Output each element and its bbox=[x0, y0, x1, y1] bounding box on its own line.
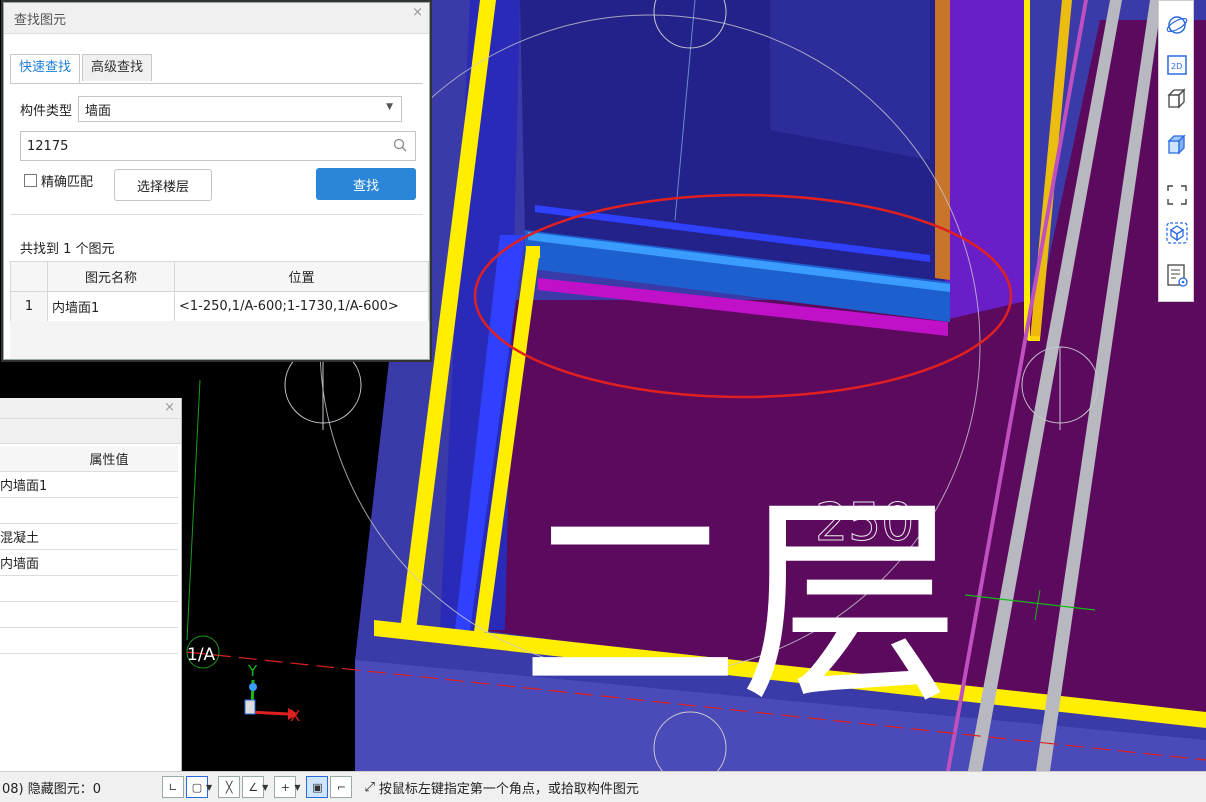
chevron-down-icon[interactable]: ▼ bbox=[262, 783, 268, 792]
select-floor-button[interactable]: 选择楼层 bbox=[114, 169, 212, 201]
table-header-row: 图元名称 位置 bbox=[10, 261, 429, 292]
cross-select-icon[interactable]: ╳ bbox=[218, 776, 241, 798]
property-close-icon[interactable]: × bbox=[164, 400, 175, 415]
search-input[interactable]: 12175 bbox=[20, 131, 416, 161]
result-count: 共找到 1 个图元 bbox=[20, 242, 115, 257]
row-index: 1 bbox=[10, 291, 48, 322]
angle-icon[interactable]: ∠ bbox=[242, 776, 265, 798]
result-table: 图元名称 位置 1 内墙面1 <1-250,1/A-600;1-1730,1/A… bbox=[10, 261, 429, 322]
table-row[interactable] bbox=[0, 627, 178, 654]
2d-view-icon[interactable]: 2D bbox=[1165, 53, 1189, 77]
table-row[interactable]: 混凝土 bbox=[0, 523, 178, 550]
property-table: 属性值 内墙面1 混凝土 内墙面 bbox=[0, 446, 178, 654]
find-element-dialog: 查找图元 × 快速查找 高级查找 构件类型 墙面 ▼ 12175 精确匹配 选择… bbox=[3, 2, 430, 360]
orange-edge bbox=[935, 0, 950, 280]
search-icon[interactable] bbox=[393, 138, 407, 156]
ortho-icon[interactable]: ∟ bbox=[162, 776, 184, 798]
exact-match-label: 精确匹配 bbox=[41, 175, 94, 190]
chevron-down-icon[interactable]: ▼ bbox=[206, 783, 212, 792]
table-row[interactable]: 内墙面 bbox=[0, 549, 178, 576]
resize-arrow-icon: ⤢ bbox=[364, 779, 375, 795]
select-rect-icon[interactable]: ▢ bbox=[186, 776, 208, 798]
exact-match-checkbox[interactable] bbox=[24, 174, 37, 187]
tab-quick-find[interactable]: 快速查找 bbox=[10, 54, 81, 83]
column-header-name: 图元名称 bbox=[47, 261, 175, 292]
view-toolbar: 2D bbox=[1158, 0, 1194, 302]
svg-text:X: X bbox=[290, 707, 300, 725]
hidden-count-text: 08) 隐藏图元：0 bbox=[2, 781, 102, 797]
component-type-select[interactable]: 墙面 ▼ bbox=[78, 96, 403, 122]
highlight-icon[interactable]: ▣ bbox=[306, 776, 329, 798]
fullscreen-icon[interactable] bbox=[1165, 183, 1189, 207]
column-header-position: 位置 bbox=[174, 261, 429, 292]
table-row[interactable] bbox=[0, 601, 178, 628]
svg-text:Y: Y bbox=[247, 662, 258, 680]
status-hint: 按鼠标左键指定第一个角点，或拾取构件图元 bbox=[378, 781, 639, 797]
snap-icon[interactable]: + bbox=[274, 776, 297, 798]
3d-box-icon[interactable] bbox=[1165, 87, 1189, 111]
chevron-down-icon: ▼ bbox=[386, 102, 394, 112]
dialog-close-icon[interactable]: × bbox=[412, 5, 423, 20]
property-value-header: 属性值 bbox=[0, 446, 178, 472]
property-panel-title: × bbox=[0, 398, 181, 419]
table-row[interactable]: 内墙面1 bbox=[0, 471, 178, 498]
view-cube-icon[interactable] bbox=[1165, 221, 1189, 245]
find-button[interactable]: 查找 bbox=[316, 168, 416, 200]
row-name[interactable]: 内墙面1 bbox=[47, 291, 175, 322]
trace-icon[interactable]: ⌐ bbox=[330, 776, 353, 798]
table-row[interactable] bbox=[0, 575, 178, 602]
table-row[interactable] bbox=[0, 497, 178, 524]
dialog-title: 查找图元 bbox=[4, 3, 429, 34]
row-position[interactable]: <1-250,1/A-600;1-1730,1/A-600> bbox=[174, 291, 429, 322]
side-panel bbox=[945, 0, 1030, 320]
status-bar: 08) 隐藏图元：0 ∟ ▢ ▼ ╳ ∠ ▼ + ▼ ▣ ⌐ ⤢ 按鼠标左键指定第一个… bbox=[0, 771, 1206, 802]
properties-icon[interactable] bbox=[1165, 263, 1189, 287]
svg-text:2D: 2D bbox=[1171, 62, 1182, 71]
table-row[interactable]: 1 内墙面1 <1-250,1/A-600;1-1730,1/A-600> bbox=[10, 291, 429, 322]
x-axis-icon bbox=[249, 710, 289, 716]
component-type-value: 墙面 bbox=[85, 103, 112, 119]
search-value: 12175 bbox=[27, 138, 69, 154]
floor-label: 二层 bbox=[520, 476, 960, 732]
3d-solid-icon[interactable] bbox=[1165, 133, 1189, 157]
orbit-icon[interactable] bbox=[1165, 13, 1189, 37]
axis-label: 1/A bbox=[187, 645, 216, 665]
tab-advanced-find[interactable]: 高级查找 bbox=[82, 54, 153, 81]
component-type-label: 构件类型 bbox=[20, 103, 73, 119]
chevron-down-icon[interactable]: ▼ bbox=[294, 783, 300, 792]
property-panel: × 属性值 内墙面1 混凝土 内墙面 bbox=[0, 398, 182, 771]
